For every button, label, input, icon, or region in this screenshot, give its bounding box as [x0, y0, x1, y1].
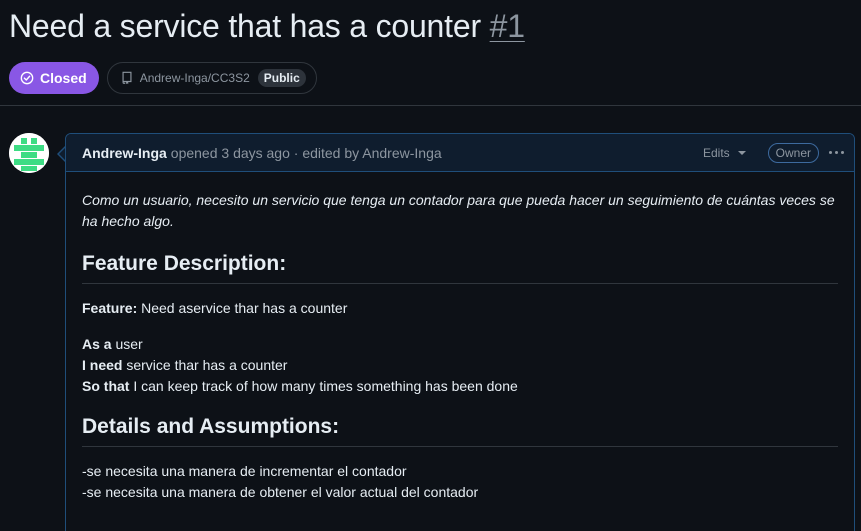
details-assumptions-heading: Details and Assumptions: — [82, 412, 838, 447]
as-a-text: user — [111, 336, 143, 352]
so-that-label: So that — [82, 378, 130, 394]
repository-pill[interactable]: Andrew-Inga/CC3S2 Public — [106, 62, 317, 94]
edits-label: Edits — [702, 145, 730, 160]
comment-header: Andrew-Inga opened 3 days ago · edited b… — [66, 134, 854, 172]
feature-text: Need aservice thar has a counter — [137, 300, 348, 316]
kebab-horizontal-icon[interactable] — [827, 147, 846, 158]
issue-number-link[interactable]: #1 — [490, 8, 525, 44]
feature-description-heading: Feature Description: — [82, 249, 838, 284]
comment-author-link[interactable]: Andrew-Inga — [82, 145, 167, 161]
i-need-label: I need — [82, 357, 123, 373]
issue-title: Need a service that has a counter #1 — [9, 8, 525, 45]
repository-name[interactable]: Andrew-Inga/CC3S2 — [140, 71, 250, 85]
issue-title-text: Need a service that has a counter — [9, 8, 481, 44]
visibility-label: Public — [257, 69, 306, 87]
i-need-line: I need service thar has a counter — [82, 355, 838, 376]
issue-page: Need a service that has a counter #1 Clo… — [0, 0, 861, 531]
intro-paragraph: Como un usuario, necesito un servicio qu… — [82, 192, 835, 229]
header-divider — [0, 105, 861, 106]
issue-state-label: Closed — [40, 70, 87, 86]
identicon-avatar — [9, 133, 49, 173]
comment-body: Como un usuario, necesito un servicio qu… — [66, 172, 854, 503]
so-that-line: So that I can keep track of how many tim… — [82, 376, 838, 397]
issue-comment: Andrew-Inga opened 3 days ago · edited b… — [65, 133, 855, 531]
issue-status-row: Closed Andrew-Inga/CC3S2 Public — [9, 62, 317, 94]
comment-meta: opened 3 days ago · edited by Andrew-Ing… — [170, 144, 442, 161]
user-story: As a user I need service thar has a coun… — [82, 334, 838, 397]
edits-dropdown-button[interactable]: Edits — [703, 146, 746, 160]
triangle-down-icon — [737, 150, 746, 155]
as-a-line: As a user — [82, 334, 838, 355]
author-avatar[interactable] — [9, 133, 49, 173]
details-list: -se necesita una manera de incrementar e… — [82, 461, 838, 503]
comment-header-actions: Edits Owner — [703, 142, 846, 163]
owner-badge: Owner — [767, 142, 819, 163]
issue-state-badge: Closed — [9, 62, 99, 94]
feature-line: Feature: Need aservice thar has a counte… — [82, 298, 838, 319]
so-that-text: I can keep track of how many times somet… — [129, 378, 518, 394]
details-item: -se necesita una manera de incrementar e… — [82, 463, 407, 479]
feature-label: Feature: — [82, 300, 138, 316]
i-need-text: service thar has a counter — [122, 357, 288, 373]
check-circle-icon — [20, 71, 34, 85]
repo-icon — [120, 71, 134, 85]
as-a-label: As a — [82, 336, 112, 352]
details-item: -se necesita una manera de obtener el va… — [82, 484, 479, 500]
